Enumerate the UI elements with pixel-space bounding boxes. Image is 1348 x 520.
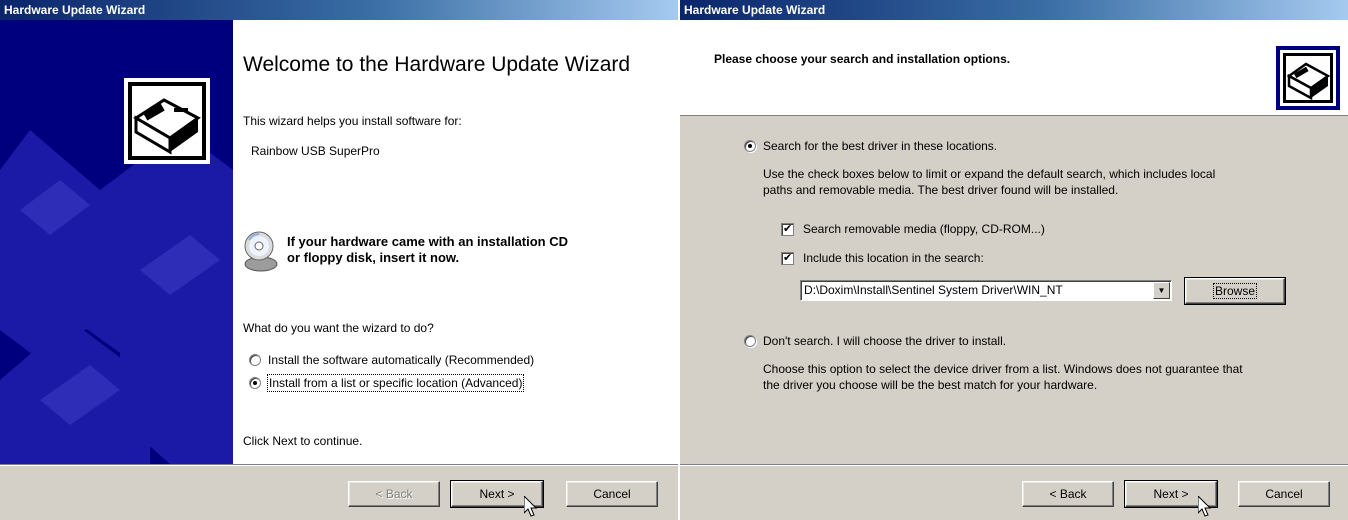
radio-label: Search for the best driver in these loca… [763,139,998,153]
welcome-content: Welcome to the Hardware Update Wizard Th… [233,20,678,464]
radio-label: Install from a list or specific location… [266,374,525,392]
dont-search-description: Choose this option to select the device … [763,361,1243,393]
wizard-window-search-options: Hardware Update Wizard Please choose you… [680,0,1348,520]
chevron-down-icon[interactable]: ▼ [1153,282,1170,299]
radio-button[interactable] [249,377,261,389]
cancel-button[interactable]: Cancel [566,481,658,507]
mouse-pointer-icon [524,496,538,517]
cd-prompt-line1: If your hardware came with an installati… [287,234,569,249]
location-value: D:\Doxim\Install\Sentinel System Driver\… [804,283,1063,297]
checkbox-label: Search removable media (floppy, CD-ROM..… [803,222,1045,236]
button-bar: < Back Next > Cancel [680,464,1348,520]
browse-label: Browse [1212,283,1258,299]
wizard-side-banner [0,20,233,464]
wizard-window-welcome: Hardware Update Wizard Welcome to the Ha… [0,0,678,520]
title-bar: Hardware Update Wizard [0,0,678,20]
radio-label: Install the software automatically (Reco… [268,353,535,367]
dont-search-description-line1: Choose this option to select the device … [763,362,1243,376]
radio-button[interactable] [744,140,756,152]
search-description: Use the check boxes below to limit or ex… [763,166,1215,198]
radio-button[interactable] [249,354,261,366]
options-panel: Search for the best driver in these loca… [680,117,1348,464]
checkbox-label: Include this location in the search: [803,251,984,265]
cd-icon [243,230,279,276]
device-name: Rainbow USB SuperPro [251,144,380,158]
intro-text: This wizard helps you install software f… [243,114,462,128]
checkbox[interactable] [781,250,794,266]
wizard-header: Please choose your search and installati… [680,20,1348,116]
search-description-line1: Use the check boxes below to limit or ex… [763,167,1216,181]
header-title: Please choose your search and installati… [714,52,1011,66]
back-button[interactable]: < Back [1022,481,1114,507]
back-button[interactable]: < Back [348,481,440,507]
hardware-wizard-icon [124,78,210,164]
search-description-line2: paths and removable media. The best driv… [763,183,1119,197]
cancel-button[interactable]: Cancel [1238,481,1330,507]
page-title: Welcome to the Hardware Update Wizard [243,53,631,76]
cd-prompt-line2: or floppy disk, insert it now. [287,250,460,265]
title-bar: Hardware Update Wizard [680,0,1348,20]
cd-prompt-text: If your hardware came with an installati… [287,234,667,266]
checkbox[interactable] [781,221,794,237]
radio-label: Don't search. I will choose the driver t… [763,334,1007,348]
mouse-pointer-icon [1198,496,1212,517]
question-text: What do you want the wizard to do? [243,321,434,335]
footer-text: Click Next to continue. [243,434,363,448]
radio-button[interactable] [744,335,756,347]
browse-button[interactable]: Browse [1184,277,1286,305]
cd-prompt: If your hardware came with an installati… [243,230,673,280]
location-combobox[interactable]: D:\Doxim\Install\Sentinel System Driver\… [800,280,1172,301]
button-bar: < Back Next > Cancel [0,464,678,520]
hardware-wizard-icon [1276,46,1340,110]
dont-search-description-line2: the driver you choose will be the best m… [763,378,1098,392]
